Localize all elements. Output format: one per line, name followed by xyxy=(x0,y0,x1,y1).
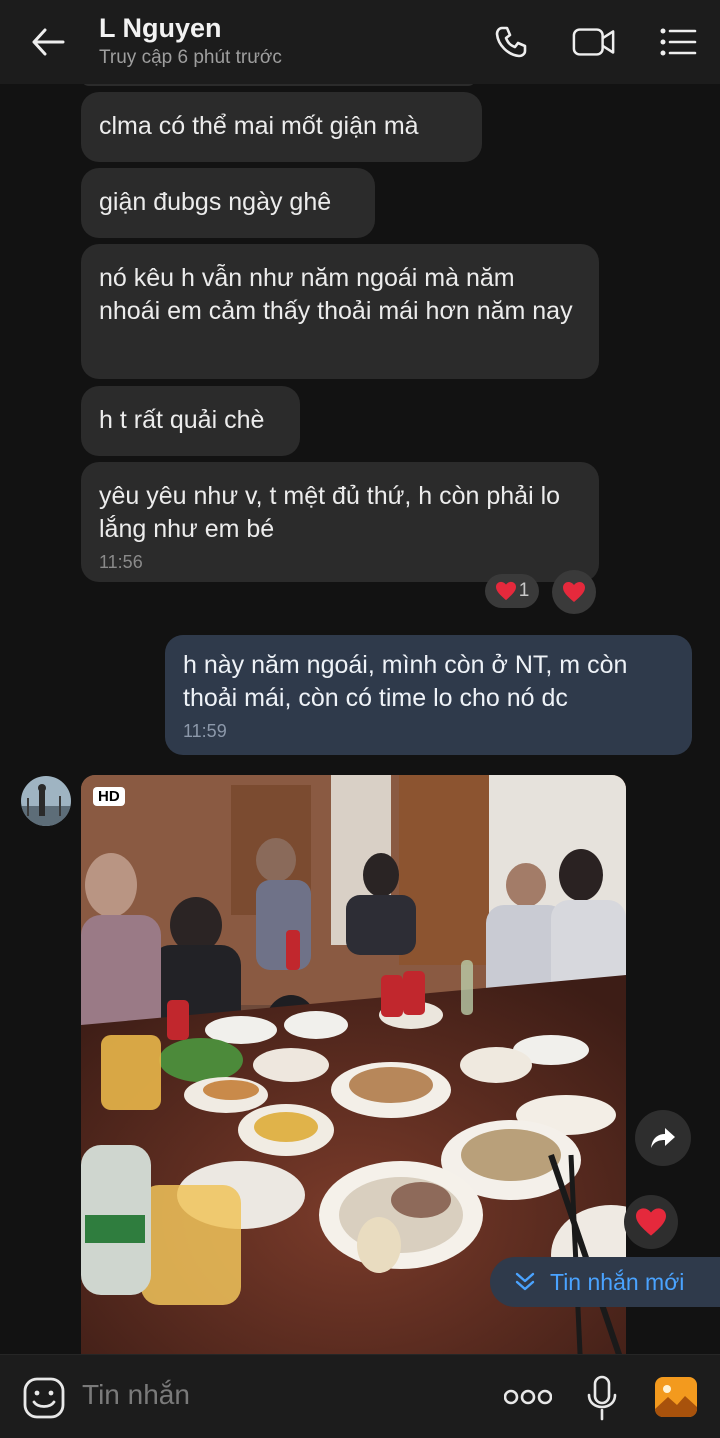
video-call-icon[interactable] xyxy=(572,20,616,64)
back-arrow-icon[interactable] xyxy=(28,22,68,62)
message-bubble[interactable]: clma có thể mai mốt giận mà xyxy=(81,92,482,162)
message-text: h này năm ngoái, mình còn ở NT, m còn th… xyxy=(183,651,628,712)
reaction-count: 1 xyxy=(518,580,530,601)
new-messages-label: Tin nhắn mới xyxy=(550,1268,685,1295)
message-input[interactable]: Tin nhắn xyxy=(82,1379,190,1411)
message-text: yêu yêu như v, t mệt đủ thứ, h còn phải … xyxy=(99,482,561,543)
phone-icon[interactable] xyxy=(489,20,533,64)
contact-name[interactable]: L Nguyen xyxy=(99,13,222,44)
message-text: h t rất quải chè xyxy=(99,406,265,434)
reaction-summary[interactable]: 1 xyxy=(485,574,539,608)
sticker-icon[interactable] xyxy=(22,1376,66,1425)
message-list[interactable]: clma có thể mai mốt giận mà giận đubgs n… xyxy=(0,84,720,1354)
chat-header: L Nguyen Truy cập 6 phút trước xyxy=(0,0,720,84)
message-bubble-outgoing[interactable]: h này năm ngoái, mình còn ở NT, m còn th… xyxy=(165,635,692,755)
react-heart-button[interactable] xyxy=(552,570,596,614)
forward-button[interactable] xyxy=(635,1110,691,1166)
hd-badge: HD xyxy=(93,787,125,806)
message-composer: Tin nhắn xyxy=(0,1354,720,1438)
new-messages-button[interactable]: Tin nhắn mới xyxy=(490,1257,720,1307)
message-bubble[interactable]: giận đubgs ngày ghê xyxy=(81,168,375,238)
message-text: nó kêu h vẫn như năm ngoái mà năm nhoái … xyxy=(99,264,573,325)
heart-icon xyxy=(563,582,585,602)
message-time: 11:56 xyxy=(99,552,143,572)
message-bubble[interactable]: yêu yêu như v, t mệt đủ thứ, h còn phải … xyxy=(81,462,599,582)
gallery-icon[interactable] xyxy=(653,1375,699,1424)
forward-arrow-icon xyxy=(651,1128,675,1148)
message-text: clma có thể mai mốt giận mà xyxy=(99,112,419,140)
message-bubble[interactable]: nó kêu h vẫn như năm ngoái mà năm nhoái … xyxy=(81,244,599,379)
contact-status: Truy cập 6 phút trước xyxy=(99,47,282,68)
heart-icon xyxy=(636,1208,666,1236)
menu-list-icon[interactable] xyxy=(656,20,700,64)
avatar[interactable] xyxy=(21,776,71,826)
react-heart-button[interactable] xyxy=(624,1195,678,1249)
message-bubble-partial xyxy=(81,84,476,86)
double-chevron-down-icon xyxy=(515,1272,535,1291)
microphone-icon[interactable] xyxy=(585,1375,619,1426)
more-icon[interactable] xyxy=(503,1386,553,1413)
heart-icon xyxy=(495,581,516,601)
message-time: 11:59 xyxy=(183,721,227,741)
message-text: giận đubgs ngày ghê xyxy=(99,188,332,216)
message-bubble[interactable]: h t rất quải chè xyxy=(81,386,300,456)
